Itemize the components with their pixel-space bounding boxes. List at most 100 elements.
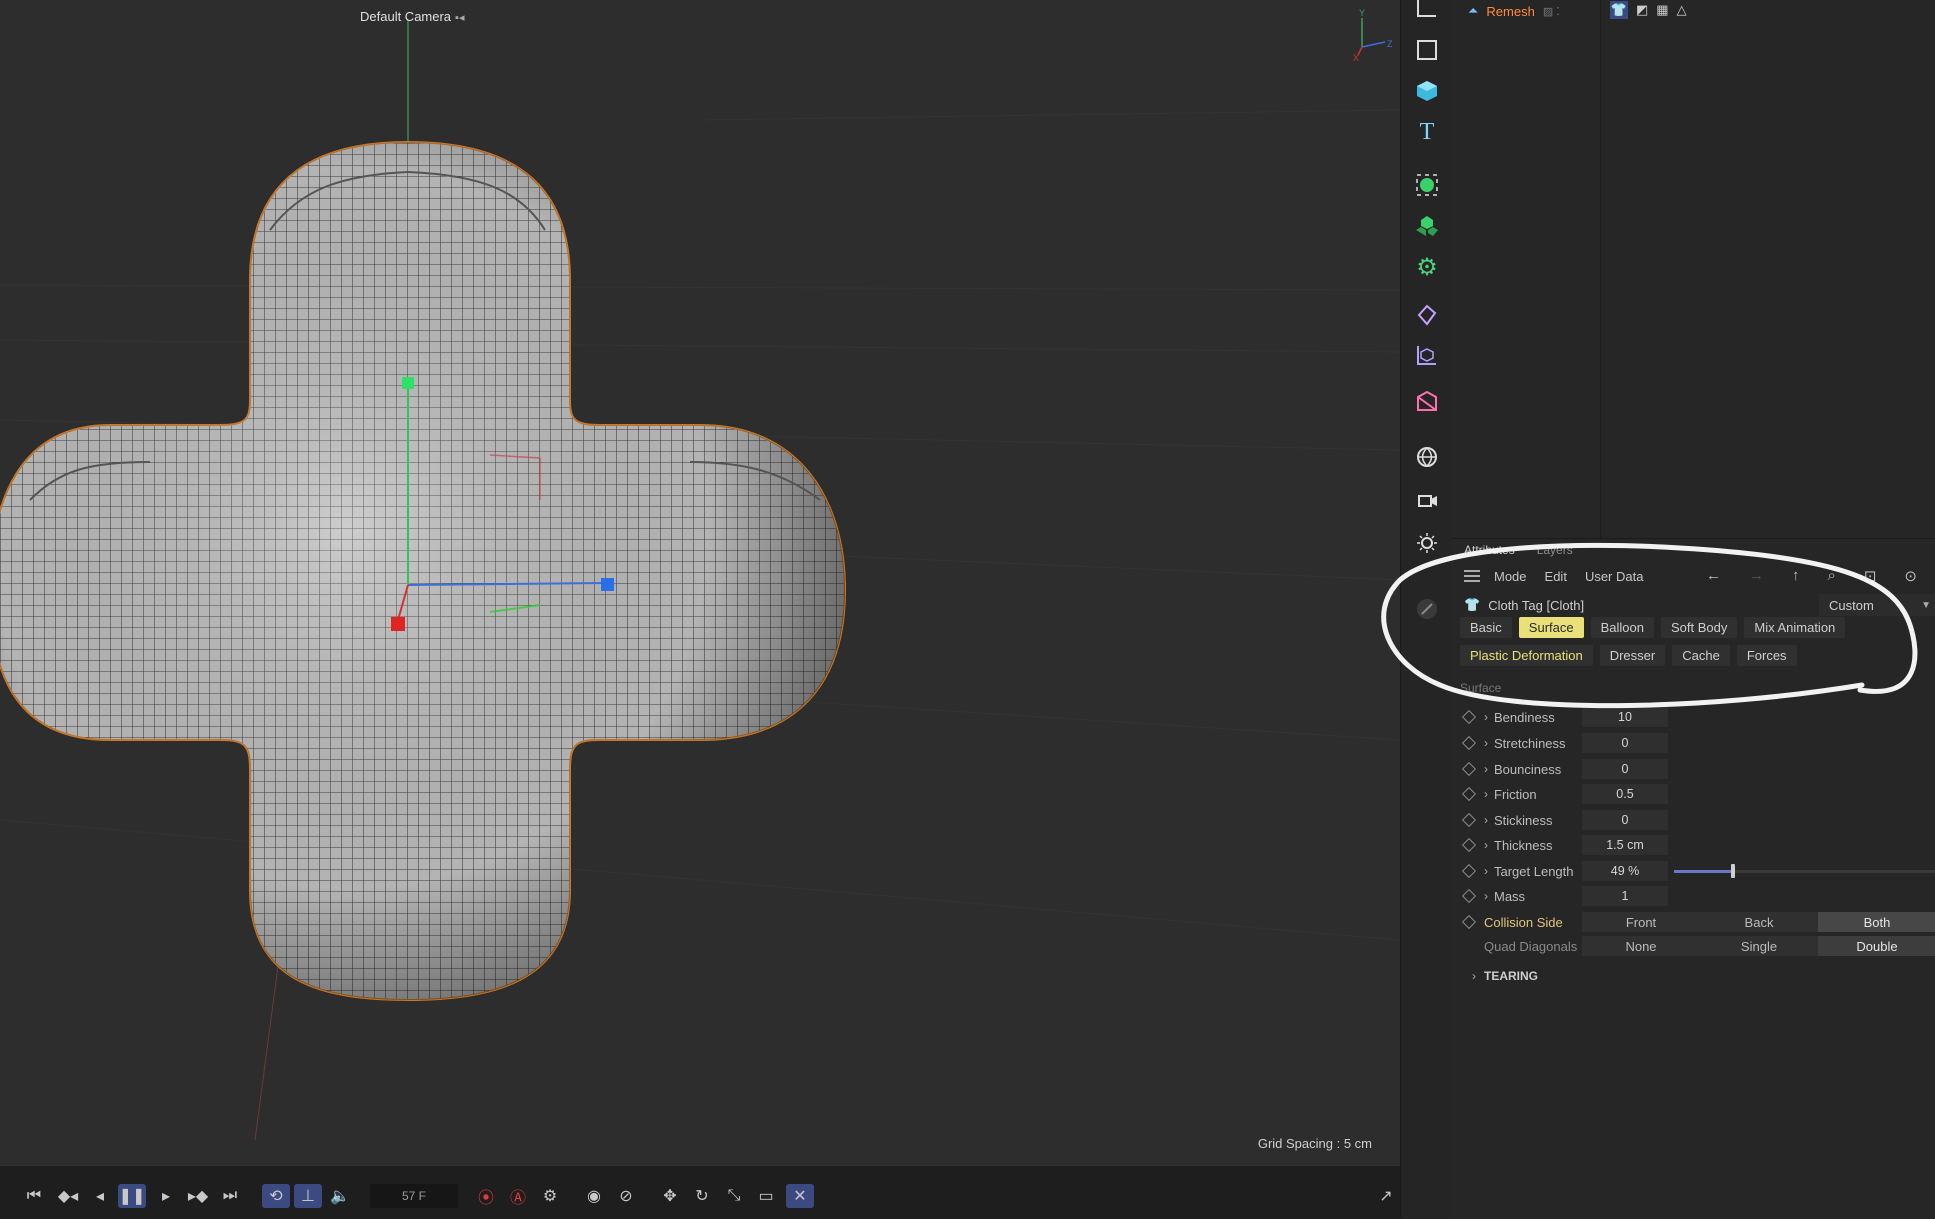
viewport-scene[interactable]: Y Z X <box>0 0 1400 1165</box>
scheme-icon[interactable]: ⊘ <box>612 1184 640 1208</box>
cloth-mesh-object <box>0 140 847 1002</box>
option-both[interactable]: Both <box>1818 912 1935 932</box>
tearing-label: TEARING <box>1484 969 1538 983</box>
generator-icon[interactable] <box>1410 168 1444 202</box>
highlight-annotation <box>1381 542 1918 709</box>
current-frame-field[interactable]: 57 F <box>370 1184 458 1208</box>
selection-tag-icon[interactable]: △ <box>1677 2 1687 18</box>
option-single[interactable]: Single <box>1700 936 1818 956</box>
tag-row: 👕 ◩ ▦ △ <box>1610 0 1687 20</box>
key-pla-icon[interactable]: ✕ <box>786 1184 814 1208</box>
tearing-group[interactable]: › TEARING <box>1472 969 1538 983</box>
chevron-right-icon[interactable]: › <box>1484 889 1494 903</box>
playback-rate-icon[interactable]: ⊥ <box>294 1184 322 1208</box>
chevron-right-icon: › <box>1472 969 1476 983</box>
chevron-right-icon[interactable]: › <box>1484 762 1494 776</box>
key-scale-icon[interactable]: ⤡ <box>720 1184 748 1208</box>
visibility-toggle-icon[interactable]: ▨ ⁚ <box>1543 5 1560 18</box>
prop-label: Thickness <box>1494 837 1553 853</box>
prop-value-field[interactable]: 1 <box>1582 886 1668 906</box>
object-manager: ⏶ Remesh ▨ ⁚ 👕 ◩ ▦ △ <box>1452 0 1935 538</box>
prop-quad-diagonals: Quad Diagonals None Single Double <box>1452 935 1935 957</box>
material-tag-icon[interactable]: ▦ <box>1656 2 1668 18</box>
option-none[interactable]: None <box>1582 936 1700 956</box>
null-object-icon[interactable] <box>1410 0 1444 24</box>
go-to-start-icon[interactable]: ⏮ <box>20 1184 48 1208</box>
key-rotation-icon[interactable]: ↻ <box>688 1184 716 1208</box>
prop-value-field[interactable]: 1.5 cm <box>1582 835 1668 855</box>
chevron-right-icon[interactable]: › <box>1484 787 1494 801</box>
target-length-slider[interactable] <box>1674 864 1935 878</box>
quad-diagonals-selector: None Single Double <box>1582 936 1935 956</box>
loop-icon[interactable]: ⟲ <box>262 1184 290 1208</box>
environment-icon[interactable] <box>1410 440 1444 474</box>
object-row-remesh[interactable]: ⏶ Remesh ▨ ⁚ <box>1468 0 1560 22</box>
prop-friction: › Friction 0.5 <box>1452 783 1935 805</box>
prop-label: Mass <box>1494 888 1526 904</box>
go-to-end-icon[interactable]: ⏭ <box>216 1184 244 1208</box>
deformer-icon[interactable] <box>1410 298 1444 332</box>
next-key-icon[interactable]: ▸◆ <box>184 1184 212 1208</box>
phong-tag-icon[interactable]: ◩ <box>1636 2 1648 18</box>
prop-label: Stickiness <box>1494 812 1553 828</box>
keyframe-icon[interactable] <box>1461 837 1477 853</box>
remesh-icon: ⏶ <box>1468 3 1479 18</box>
spline-pen-icon[interactable] <box>1410 384 1444 418</box>
prop-value-field[interactable]: 0 <box>1582 810 1668 830</box>
pause-button[interactable]: ❚❚ <box>118 1184 146 1208</box>
prop-value-field[interactable]: 0.5 <box>1582 784 1668 804</box>
prop-value-field[interactable]: 0 <box>1582 759 1668 779</box>
next-frame-icon[interactable]: ▸ <box>152 1184 180 1208</box>
prop-label: Friction <box>1494 786 1537 802</box>
fcurve-icon[interactable]: ↗ <box>1372 1184 1400 1208</box>
text-tool-icon[interactable]: T <box>1410 115 1444 149</box>
motion-record-icon[interactable]: ◉ <box>580 1184 608 1208</box>
prop-target-length: › Target Length 49 % <box>1452 860 1935 882</box>
prop-value-field[interactable]: 49 % <box>1582 861 1668 881</box>
prop-label: Quad Diagonals <box>1484 938 1578 954</box>
keyframe-icon[interactable] <box>1461 863 1477 879</box>
keyframe-icon[interactable] <box>1461 761 1477 777</box>
previous-frame-icon[interactable]: ◂ <box>86 1184 114 1208</box>
option-double[interactable]: Double <box>1818 936 1935 956</box>
prop-label: Target Length <box>1494 863 1574 879</box>
autokey-icon[interactable]: Ⓐ <box>504 1184 532 1208</box>
camera-name: Default Camera <box>360 9 452 24</box>
cloth-tag-icon[interactable]: 👕 <box>1610 1 1628 19</box>
camera-object-icon[interactable] <box>1410 483 1444 517</box>
cloner-icon[interactable] <box>1410 209 1444 243</box>
previous-key-icon[interactable]: ◆◂ <box>54 1184 82 1208</box>
field-icon[interactable] <box>1410 338 1444 372</box>
keyframe-icon[interactable] <box>1461 914 1477 930</box>
prop-mass: › Mass 1 <box>1452 885 1935 907</box>
axis-y-label: Y <box>1359 8 1365 18</box>
key-position-icon[interactable]: ✥ <box>656 1184 684 1208</box>
axis-orientation-widget: Y Z X <box>1353 8 1393 63</box>
option-back[interactable]: Back <box>1700 912 1818 932</box>
sound-icon[interactable]: 🔈 <box>326 1184 354 1208</box>
chevron-right-icon[interactable]: › <box>1484 864 1494 878</box>
prop-label: Collision Side <box>1484 914 1563 930</box>
keyframe-settings-icon[interactable]: ⚙ <box>536 1184 564 1208</box>
camera-label[interactable]: Default Camera ▪◂ <box>360 9 464 24</box>
keyframe-icon[interactable] <box>1461 888 1477 904</box>
axis-x-label: X <box>1353 53 1359 63</box>
prop-stickiness: › Stickiness 0 <box>1452 809 1935 831</box>
key-parameter-icon[interactable]: ▭ <box>752 1184 780 1208</box>
collision-side-selector: Front Back Both <box>1582 912 1935 932</box>
keyframe-icon[interactable] <box>1461 812 1477 828</box>
chevron-right-icon[interactable]: › <box>1484 813 1494 827</box>
object-name[interactable]: Remesh <box>1486 4 1534 19</box>
column-divider <box>1600 0 1601 538</box>
chevron-right-icon[interactable]: › <box>1484 838 1494 852</box>
option-front[interactable]: Front <box>1582 912 1700 932</box>
cube-icon[interactable] <box>1410 74 1444 108</box>
axis-z-label: Z <box>1387 39 1393 49</box>
spline-rectangle-icon[interactable] <box>1410 33 1444 67</box>
effector-gear-icon[interactable]: ⚙ <box>1410 250 1444 284</box>
slider-handle[interactable] <box>1731 864 1735 878</box>
record-icon[interactable]: ⦿ <box>472 1184 500 1208</box>
slider-fill <box>1674 870 1733 873</box>
3d-viewport[interactable]: Y Z X Default Camera ▪◂ Grid Spacing : 5 … <box>0 0 1400 1165</box>
keyframe-icon[interactable] <box>1461 786 1477 802</box>
